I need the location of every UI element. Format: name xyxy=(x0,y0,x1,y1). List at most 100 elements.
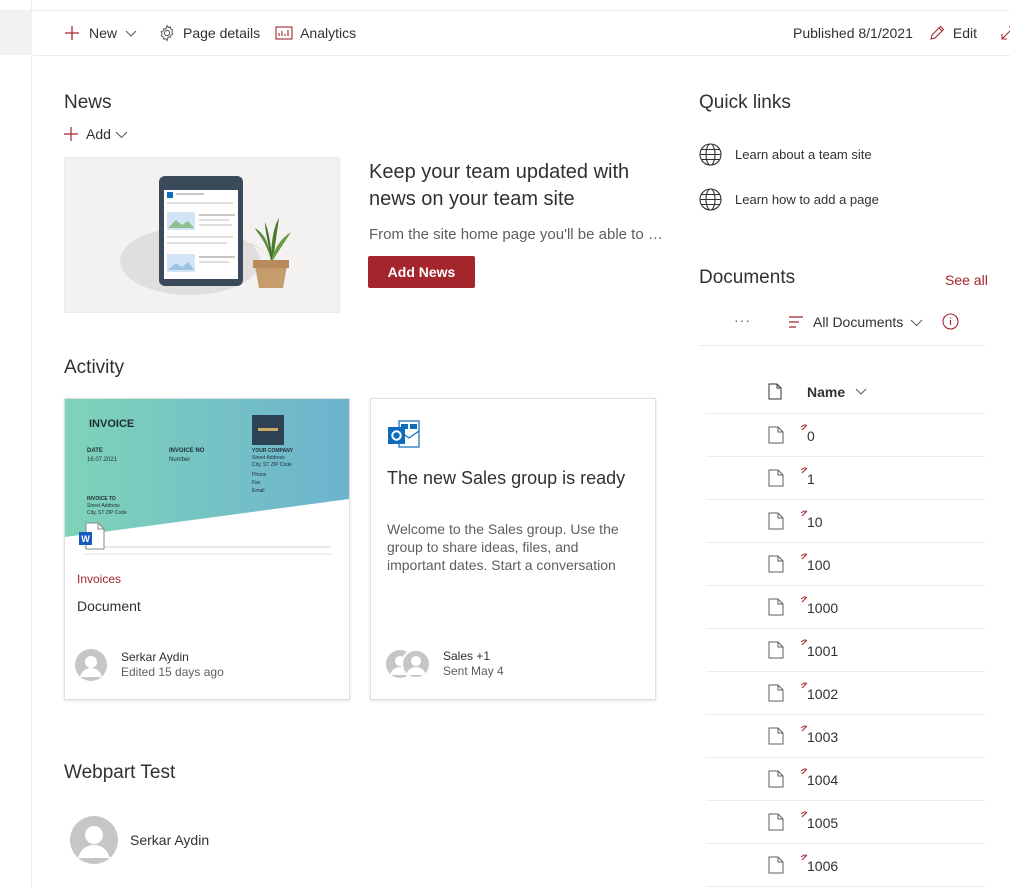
file-name[interactable]: 1005 xyxy=(807,815,838,831)
invoice-date: 16.07.2021 xyxy=(87,457,118,463)
news-heading: News xyxy=(64,92,112,113)
file-name[interactable]: 1004 xyxy=(807,772,838,788)
left-rail-header xyxy=(0,10,32,55)
left-rail xyxy=(0,0,32,887)
news-title: Keep your team updated with news on your… xyxy=(369,161,630,210)
documents-list: Name 0 1 10 100 1000 1001 1002 1003 1004 1005 1006 xyxy=(706,370,985,887)
file-icon xyxy=(768,856,784,874)
activity-card-document[interactable]: INVOICE DATE 16.07.2021 INVOICE NO Numbe… xyxy=(64,398,350,700)
invoice-to-label: INVOICE TO xyxy=(87,496,116,502)
invoice-fax: Fax xyxy=(252,480,261,486)
file-name[interactable]: 1003 xyxy=(807,729,838,745)
pencil-icon xyxy=(930,25,945,40)
avatar xyxy=(75,649,107,681)
name-column-header[interactable]: Name xyxy=(807,384,845,400)
file-icon xyxy=(768,641,784,659)
news-add-label: Add xyxy=(86,126,111,142)
info-icon[interactable] xyxy=(942,313,959,330)
activity-heading: Activity xyxy=(64,357,125,378)
quicklink-label: Learn how to add a page xyxy=(735,192,879,207)
new-label: New xyxy=(89,25,118,41)
invoice-label: INVOICE xyxy=(89,418,135,430)
card-title[interactable]: Document xyxy=(77,598,141,614)
file-icon xyxy=(768,598,784,616)
card-meta: Edited 15 days ago xyxy=(121,665,224,679)
analytics-icon xyxy=(275,26,293,40)
file-name[interactable]: 10 xyxy=(807,514,823,530)
group-card-description: Welcome to the Sales group. Use the grou… xyxy=(387,521,619,573)
file-icon xyxy=(768,512,784,530)
chevron-down-icon xyxy=(115,131,128,138)
group-card-title[interactable]: The new Sales group is ready xyxy=(387,468,625,489)
activity-card-group[interactable]: The new Sales group is ready Welcome to … xyxy=(370,398,656,700)
card-footer: Sales +1 Sent May 4 xyxy=(385,649,504,679)
table-row[interactable]: 1002 xyxy=(706,672,985,715)
edit-label: Edit xyxy=(952,25,977,41)
file-name[interactable]: 100 xyxy=(807,557,830,573)
list-view-icon xyxy=(789,316,803,328)
news-add-button[interactable]: Add xyxy=(64,126,128,142)
more-options-button[interactable]: ··· xyxy=(734,312,751,328)
view-selector[interactable]: All Documents xyxy=(788,314,923,330)
webpart-person[interactable]: Serkar Aydin xyxy=(70,816,209,864)
file-name[interactable]: 0 xyxy=(807,428,815,444)
file-name[interactable]: 1001 xyxy=(807,643,838,659)
outlook-group-icon xyxy=(388,420,420,448)
quicklink-item[interactable]: Learn about a team site xyxy=(699,143,872,166)
invoice-phone: Phone xyxy=(252,472,267,478)
invoice-email: Email xyxy=(252,488,265,494)
expand-icon xyxy=(1001,26,1010,40)
file-name[interactable]: 1006 xyxy=(807,858,838,874)
see-all-link[interactable]: See all xyxy=(945,272,988,288)
invoice-company-address: Street Address xyxy=(252,455,285,461)
table-row[interactable]: 10 xyxy=(706,500,985,543)
quicklink-item[interactable]: Learn how to add a page xyxy=(699,188,879,211)
chevron-down-icon xyxy=(125,30,137,37)
chevron-down-icon[interactable] xyxy=(855,385,867,397)
gear-icon xyxy=(160,24,174,42)
invoice-to-city: City, ST ZIP Code xyxy=(87,510,127,516)
table-row[interactable]: 0 xyxy=(706,414,985,457)
documents-heading: Documents xyxy=(699,267,796,288)
card-meta: Sent May 4 xyxy=(443,664,504,678)
table-row[interactable]: 1006 xyxy=(706,844,985,887)
page-details-button[interactable]: Page details xyxy=(158,11,260,55)
file-name[interactable]: 1000 xyxy=(807,600,838,616)
new-button[interactable]: New xyxy=(64,11,138,55)
documents-list-header: Name xyxy=(706,370,985,414)
file-name[interactable]: 1 xyxy=(807,471,815,487)
quicklinks-heading: Quick links xyxy=(699,92,791,113)
card-category[interactable]: Invoices xyxy=(77,572,121,586)
file-icon xyxy=(768,813,784,831)
table-row[interactable]: 1005 xyxy=(706,801,985,844)
card-footer: Serkar Aydin Edited 15 days ago xyxy=(75,649,224,681)
table-row[interactable]: 1004 xyxy=(706,758,985,801)
analytics-label: Analytics xyxy=(300,25,357,41)
page-details-label: Page details xyxy=(183,25,261,41)
webpart-person-name: Serkar Aydin xyxy=(130,832,210,848)
table-row[interactable]: 1003 xyxy=(706,715,985,758)
svg-text:W: W xyxy=(81,534,90,544)
table-row[interactable]: 1000 xyxy=(706,586,985,629)
invoice-date-label: DATE xyxy=(87,448,103,454)
file-icon xyxy=(768,684,784,702)
globe-icon xyxy=(699,143,722,166)
card-author: Sales +1 xyxy=(443,649,491,663)
invoice-company-city: City, ST ZIP Code xyxy=(252,462,292,468)
avatar xyxy=(70,816,118,864)
table-row[interactable]: 1001 xyxy=(706,629,985,672)
table-row[interactable]: 100 xyxy=(706,543,985,586)
file-icon xyxy=(768,727,784,745)
news-description: From the site home page you'll be able t… xyxy=(369,226,667,243)
table-row[interactable]: 1 xyxy=(706,457,985,500)
file-name[interactable]: 1002 xyxy=(807,686,838,702)
analytics-button[interactable]: Analytics xyxy=(275,11,356,55)
card-author: Serkar Aydin xyxy=(121,650,189,664)
chevron-down-icon xyxy=(910,319,923,326)
plus-icon xyxy=(65,26,79,40)
expand-button[interactable] xyxy=(1000,25,1010,41)
edit-button[interactable]: Edit xyxy=(929,25,977,41)
news-illustration xyxy=(64,157,340,313)
add-news-button[interactable]: Add News xyxy=(368,256,475,288)
file-icon xyxy=(768,770,784,788)
